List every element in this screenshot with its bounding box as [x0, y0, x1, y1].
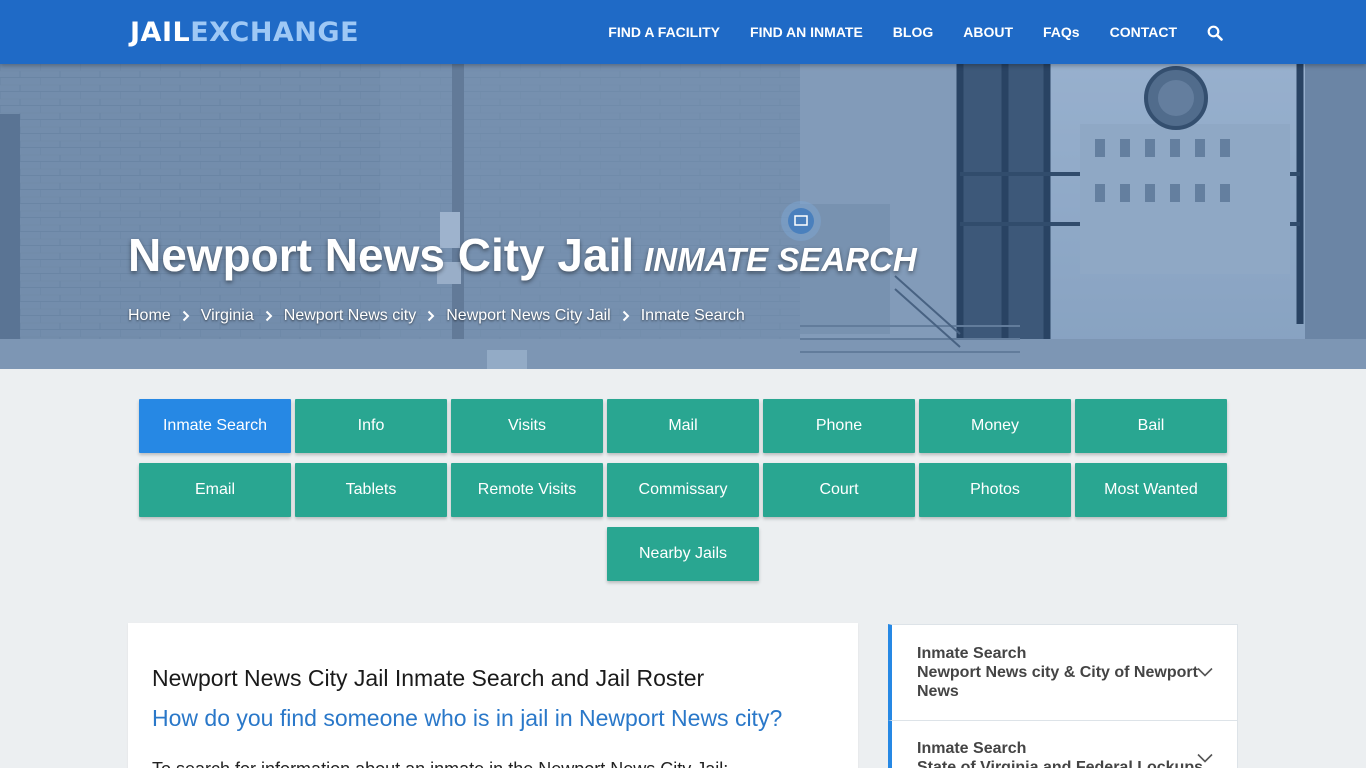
sidebar-item-label: Inmate Search [917, 645, 1027, 662]
nav-links: FIND A FACILITY FIND AN INMATE BLOG ABOU… [608, 0, 1366, 64]
btn-bail[interactable]: Bail [1075, 399, 1227, 453]
btn-court[interactable]: Court [763, 463, 915, 517]
sidebar-item-detail-line: Newport News city & City of Newport [917, 664, 1198, 681]
btn-info[interactable]: Info [295, 399, 447, 453]
chevron-down-icon[interactable] [1197, 753, 1213, 763]
content-subheading: How do you find someone who is in jail i… [152, 705, 783, 731]
btn-nearby-jails[interactable]: Nearby Jails [607, 527, 759, 581]
nav-about[interactable]: ABOUT [963, 24, 1013, 40]
btn-commissary[interactable]: Commissary [607, 463, 759, 517]
sidebar-item-text: Inmate Search Newport News city & City o… [917, 644, 1198, 701]
breadcrumb-newport-news-city[interactable]: Newport News city [284, 307, 416, 325]
btn-mail[interactable]: Mail [607, 399, 759, 453]
breadcrumb-newport-news-city-jail[interactable]: Newport News City Jail [446, 307, 610, 325]
nav-contact[interactable]: CONTACT [1110, 24, 1177, 40]
nav-find-facility[interactable]: FIND A FACILITY [608, 24, 720, 40]
content-heading: Newport News City Jail Inmate Search and… [152, 665, 705, 691]
page-title-subtitle: INMATE SEARCH [644, 241, 917, 278]
btn-phone[interactable]: Phone [763, 399, 915, 453]
logo-part-jail: JAIL [130, 17, 191, 48]
jailexchange-logo[interactable]: JAILEXCHANGE [130, 17, 359, 49]
btn-most-wanted[interactable]: Most Wanted [1075, 463, 1227, 517]
breadcrumb-current: Inmate Search [640, 307, 745, 324]
page-title-main: Newport News City Jail [128, 229, 635, 281]
chevron-right-icon [182, 310, 190, 322]
breadcrumb-home[interactable]: Home [128, 307, 171, 325]
btn-money[interactable]: Money [919, 399, 1071, 453]
btn-photos[interactable]: Photos [919, 463, 1071, 517]
nav-blog[interactable]: BLOG [893, 24, 933, 40]
nav-faqs[interactable]: FAQs [1043, 24, 1080, 40]
logo-part-exchange: EXCHANGE [190, 17, 360, 48]
btn-remote-visits[interactable]: Remote Visits [451, 463, 603, 517]
chevron-right-icon [265, 310, 273, 322]
btn-visits[interactable]: Visits [451, 399, 603, 453]
sidebar-item-detail-line: News [917, 683, 959, 700]
chevron-right-icon [428, 310, 435, 322]
btn-inmate-search[interactable]: Inmate Search [139, 399, 291, 453]
content-paragraph: To search for information about an inmat… [152, 759, 728, 768]
chevron-down-icon[interactable] [1197, 667, 1213, 677]
top-navigation-bar: JAILEXCHANGE FIND A FACILITY FIND AN INM… [0, 0, 1366, 64]
nav-find-inmate[interactable]: FIND AN INMATE [750, 24, 863, 40]
sidebar-item-detail-line: State of Virginia and Federal Lockups [917, 759, 1203, 768]
sidebar-item-local-search[interactable]: Inmate Search Newport News city & City o… [888, 624, 1238, 720]
sidebar-item-text: Inmate Search State of Virginia and Fede… [917, 739, 1203, 768]
search-icon[interactable] [1207, 25, 1223, 41]
btn-tablets[interactable]: Tablets [295, 463, 447, 517]
hero-banner: Newport News City Jail INMATE SEARCH Home… [0, 64, 1366, 369]
breadcrumb: Home Virginia Newport News city Newport … [128, 307, 745, 325]
breadcrumb-virginia[interactable]: Virginia [201, 307, 254, 325]
chevron-right-icon [622, 310, 630, 322]
sidebar-item-label: Inmate Search [917, 740, 1027, 757]
page-title: Newport News City Jail INMATE SEARCH [128, 228, 917, 282]
main-content-card: Newport News City Jail Inmate Search and… [128, 623, 858, 768]
btn-email[interactable]: Email [139, 463, 291, 517]
sidebar-item-state-search[interactable]: Inmate Search State of Virginia and Fede… [888, 720, 1238, 768]
